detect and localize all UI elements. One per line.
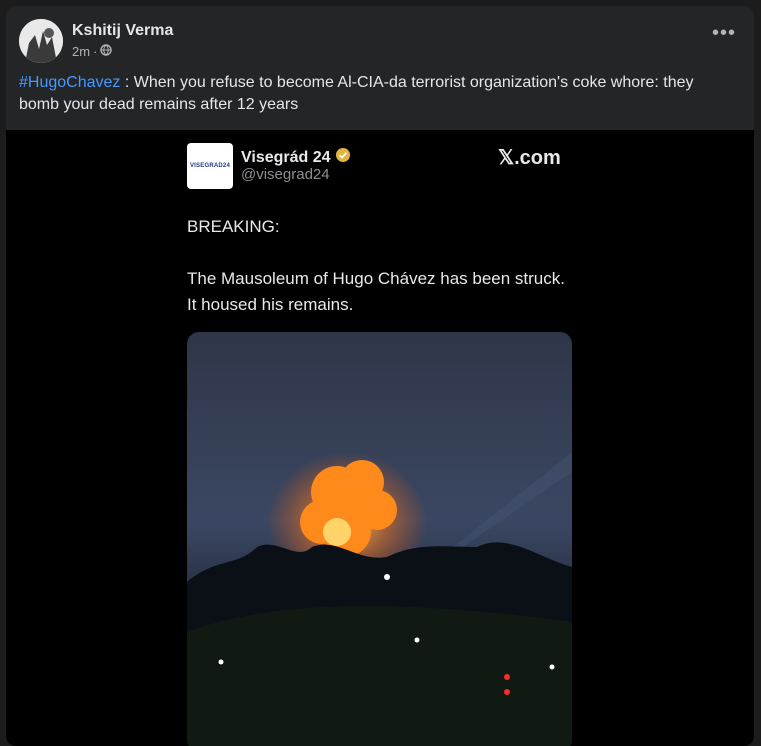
more-options-icon[interactable]: ••• — [712, 23, 736, 43]
author-avatar[interactable] — [19, 19, 63, 63]
tweet-avatar: VISEGRAD24 — [187, 143, 233, 189]
globe-icon — [100, 44, 113, 59]
post-caption: #HugoChavez : When you refuse to become … — [19, 72, 729, 116]
caption-text: : When you refuse to become Al-CIA-da te… — [19, 74, 694, 113]
tweet-source: 𝕏.com — [498, 147, 561, 169]
post-time[interactable]: 2m — [72, 44, 90, 59]
tweet-logo-text: VISEGRAD24 — [189, 163, 230, 169]
hashtag-link[interactable]: #HugoChavez — [19, 74, 120, 91]
tweet-author: Visegrád 24 — [241, 147, 351, 168]
post-meta: 2m · — [72, 44, 113, 59]
post-card: Kshitij Verma 2m · ••• #HugoChavez : Whe… — [6, 6, 754, 746]
tweet-display-name: Visegrád 24 — [241, 148, 331, 166]
author-name[interactable]: Kshitij Verma — [72, 22, 173, 40]
tweet-handle: @visegrad24 — [241, 166, 330, 183]
meta-separator: · — [93, 44, 98, 59]
tweet-body: BREAKING: The Mausoleum of Hugo Chávez h… — [187, 217, 565, 314]
explosion-photo — [187, 332, 572, 746]
verified-badge-icon — [335, 147, 351, 168]
